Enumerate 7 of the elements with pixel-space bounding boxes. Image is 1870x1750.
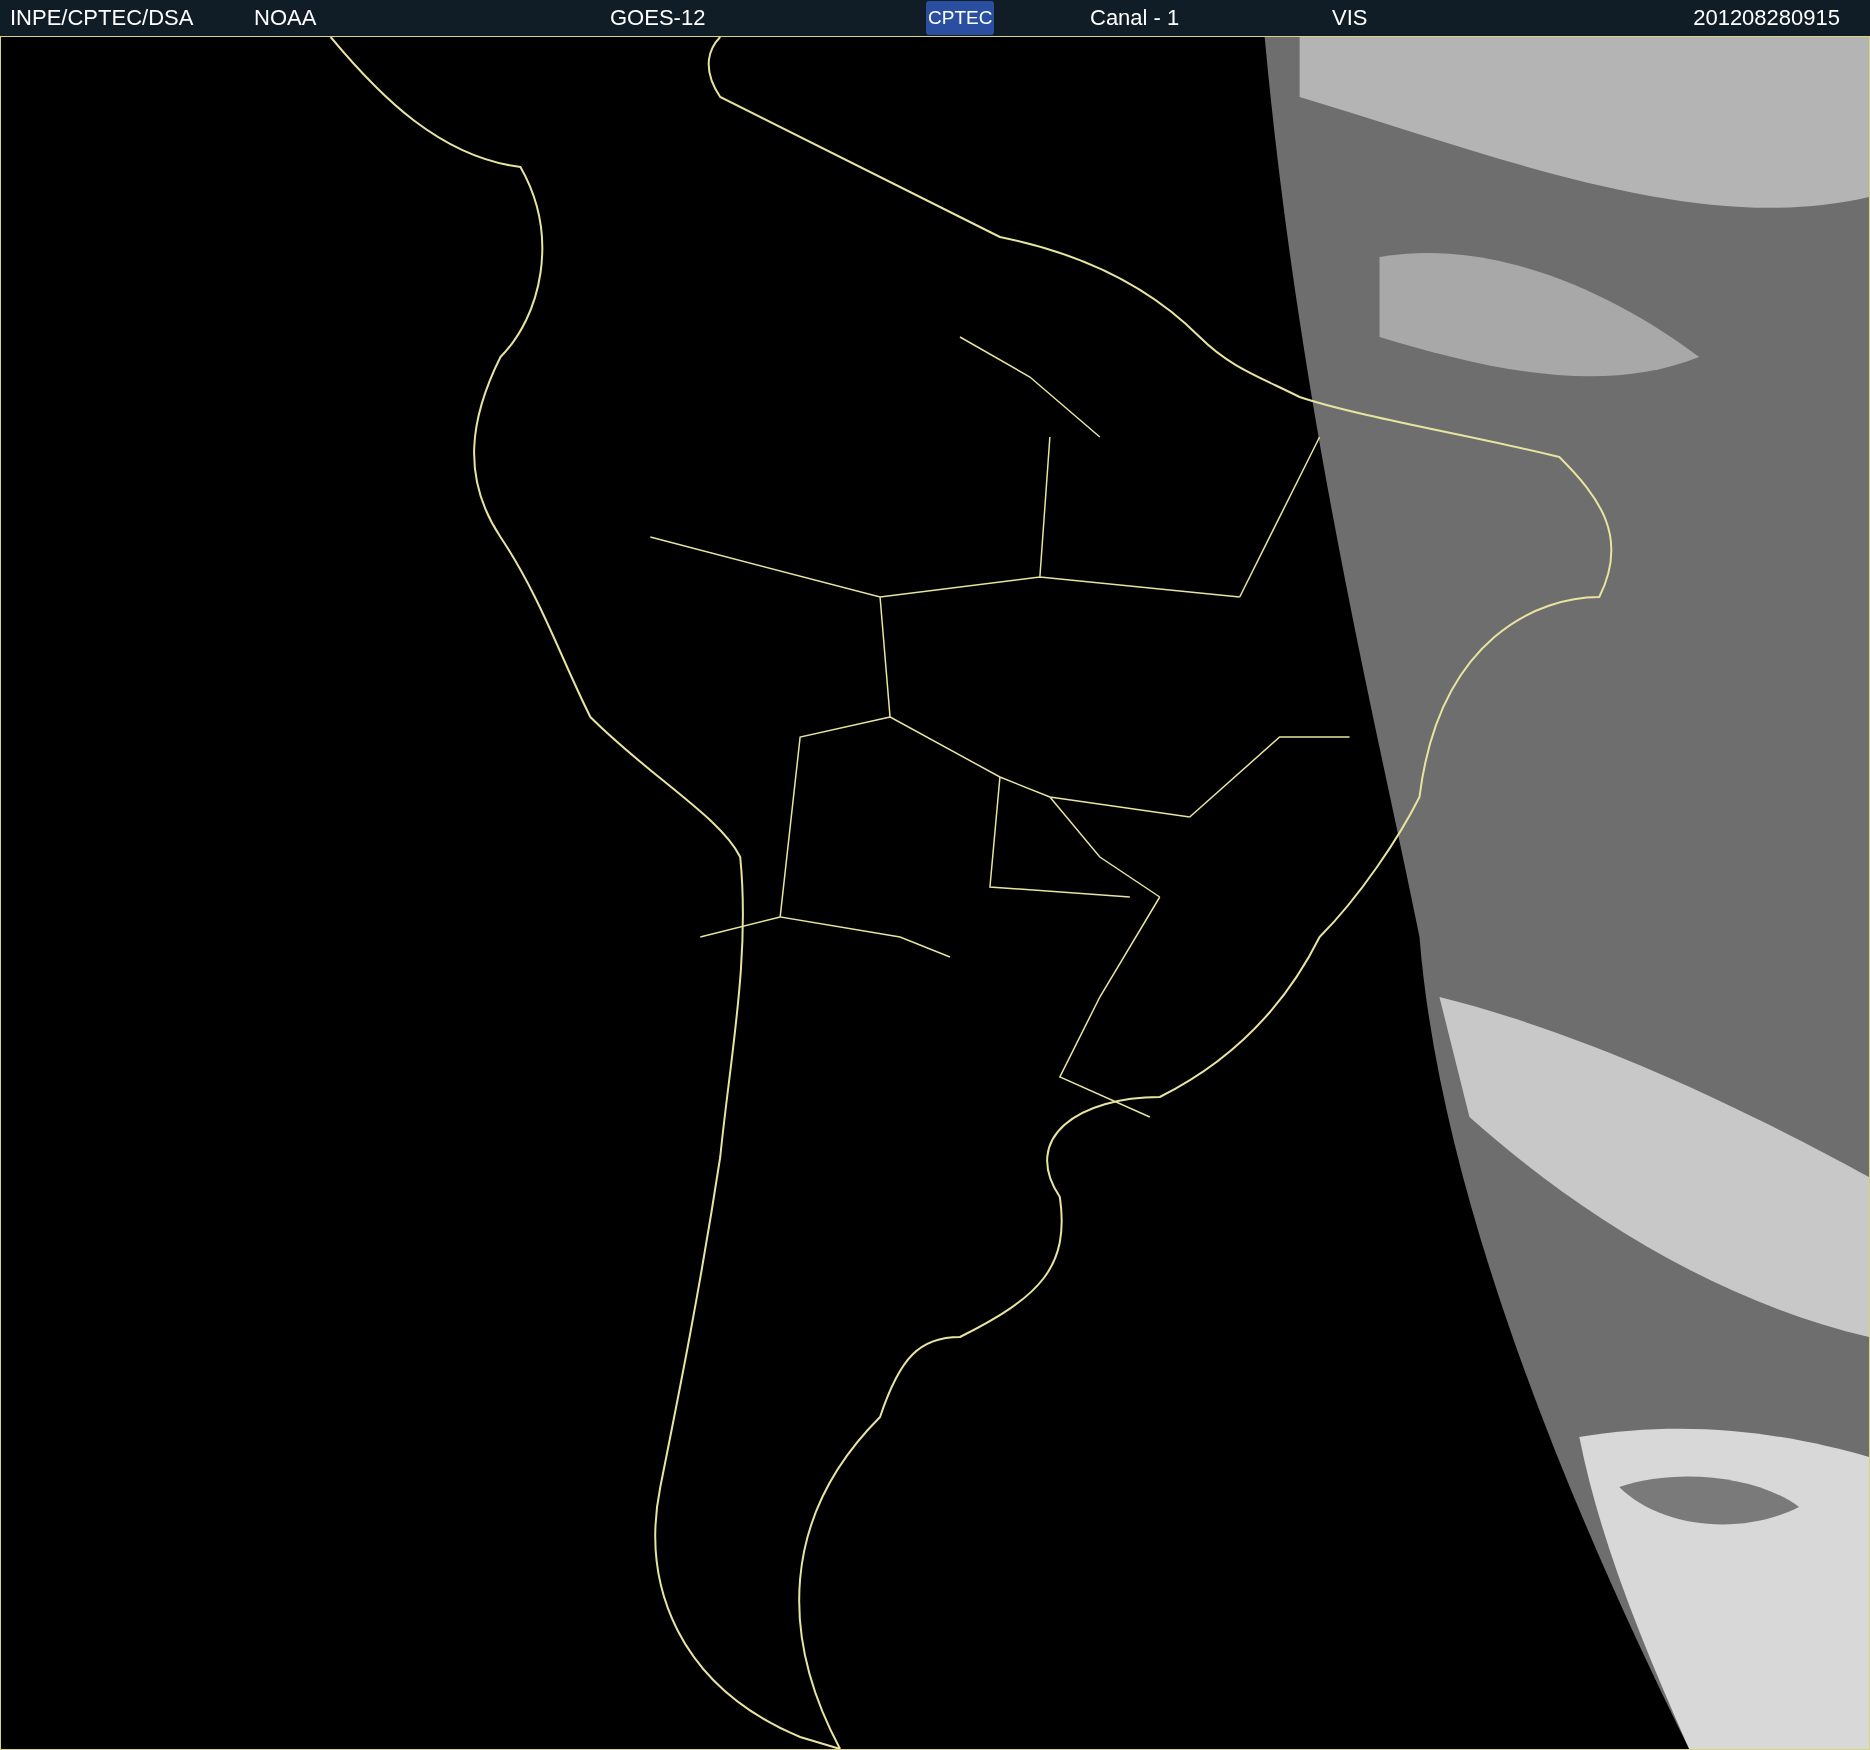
header-label: 201208280915: [1693, 5, 1841, 31]
header-label: VIS: [1332, 5, 1368, 31]
header-label: GOES-12: [610, 5, 706, 31]
header-label: INPE/CPTEC/DSA: [10, 5, 194, 31]
header-label: Canal - 1: [1090, 5, 1180, 31]
logo: CPTEC: [926, 1, 995, 35]
header-label: NOAA: [254, 5, 317, 31]
